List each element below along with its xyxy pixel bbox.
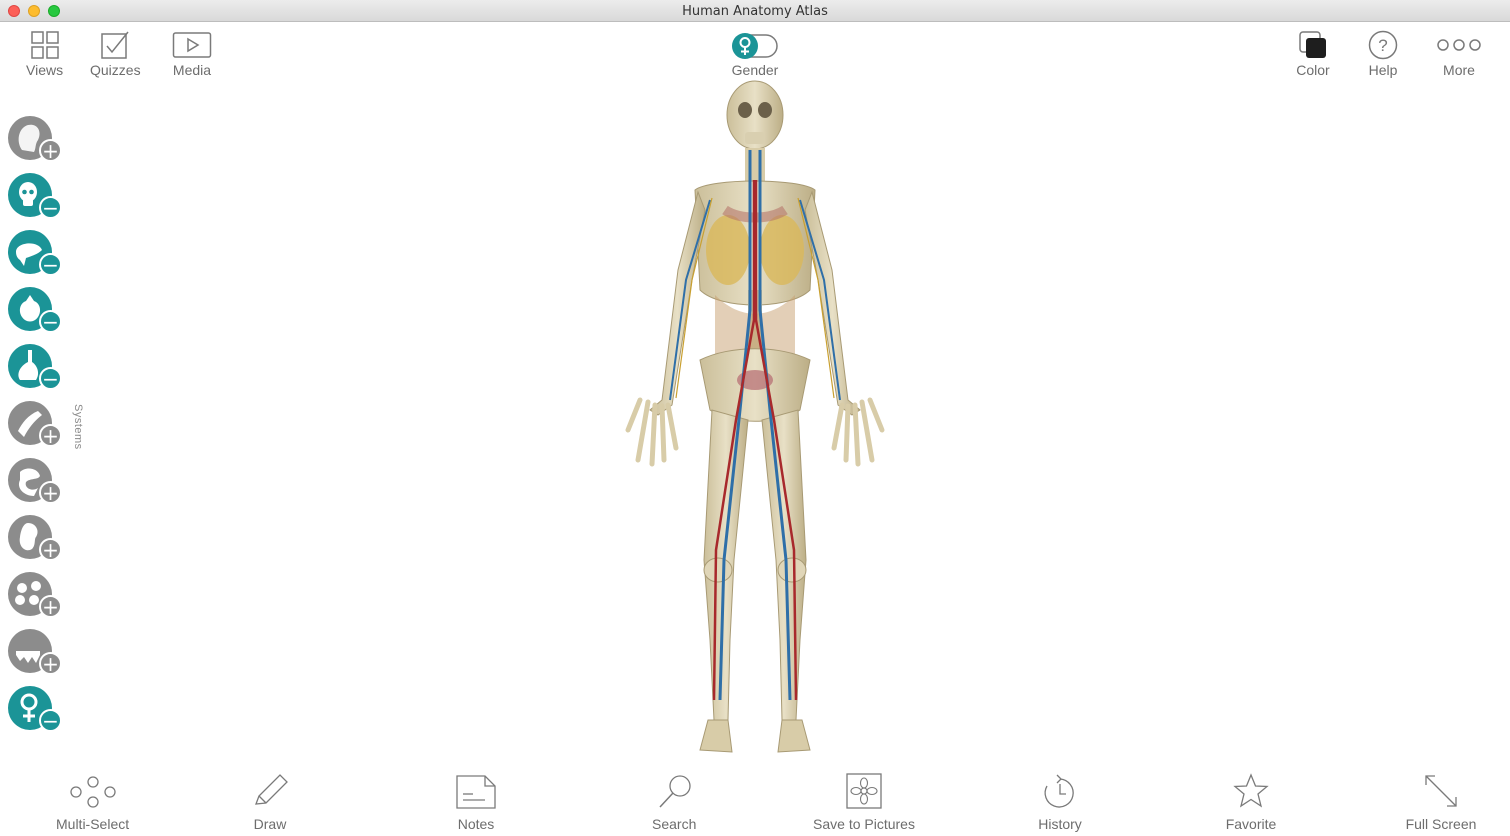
save-to-pictures-label: Save to Pictures xyxy=(813,816,915,832)
system-respiratory[interactable]: + xyxy=(6,572,64,622)
color-label: Color xyxy=(1296,62,1330,78)
media-label: Media xyxy=(172,62,212,78)
show-system-icon: + xyxy=(39,139,62,162)
hide-system-icon: − xyxy=(39,253,62,276)
quiz-checkbox-icon xyxy=(101,31,129,59)
multi-select-icon xyxy=(69,776,116,808)
color-swatch-icon xyxy=(1299,31,1326,58)
show-system-icon: + xyxy=(39,424,62,447)
gender-switch-icon xyxy=(732,33,778,59)
history-clock-icon xyxy=(1044,774,1074,808)
system-dental[interactable]: + xyxy=(6,629,64,679)
svg-text:?: ? xyxy=(1378,36,1387,55)
notes-icon xyxy=(456,775,496,809)
help-question-icon: ? xyxy=(1368,30,1398,60)
system-skeletal[interactable]: − xyxy=(6,173,64,223)
system-skin[interactable]: + xyxy=(6,116,64,166)
hide-system-icon: − xyxy=(39,367,62,390)
full-screen-label: Full Screen xyxy=(1405,816,1477,832)
draw-label: Draw xyxy=(253,816,287,832)
history-label: History xyxy=(1038,816,1082,832)
more-button[interactable]: More xyxy=(1436,30,1482,78)
draw-button[interactable]: Draw xyxy=(250,772,290,832)
star-icon xyxy=(1233,773,1269,808)
quizzes-button[interactable]: Quizzes xyxy=(90,30,141,78)
favorite-button[interactable]: Favorite xyxy=(1225,772,1277,832)
show-system-icon: + xyxy=(39,481,62,504)
show-system-icon: + xyxy=(39,652,62,675)
window-title: Human Anatomy Atlas xyxy=(682,4,828,19)
system-muscular[interactable]: + xyxy=(6,401,64,451)
system-lymphatic[interactable]: − xyxy=(6,344,64,394)
pencil-icon xyxy=(255,774,288,805)
show-system-icon: + xyxy=(39,595,62,618)
color-button[interactable]: Color xyxy=(1295,30,1331,78)
multi-select-label: Multi-Select xyxy=(56,816,130,832)
multi-select-button[interactable]: Multi-Select xyxy=(56,772,129,832)
views-icon xyxy=(30,31,59,59)
system-digestive[interactable]: + xyxy=(6,458,64,508)
system-urinary[interactable]: + xyxy=(6,515,64,565)
views-label: Views xyxy=(26,62,64,78)
notes-label: Notes xyxy=(457,816,495,832)
gender-toggle[interactable]: Gender xyxy=(730,30,780,78)
search-icon xyxy=(659,775,691,808)
media-play-icon xyxy=(172,32,212,58)
system-reproductive[interactable]: − xyxy=(6,686,64,736)
show-system-icon: + xyxy=(39,538,62,561)
full-screen-button[interactable]: Full Screen xyxy=(1404,772,1478,832)
search-label: Search xyxy=(652,816,697,832)
flower-photo-icon xyxy=(846,773,882,809)
hide-system-icon: − xyxy=(39,196,62,219)
anatomy-model-viewport[interactable] xyxy=(600,80,900,760)
systems-label: Systems xyxy=(72,404,84,450)
system-cardiovascular[interactable]: − xyxy=(6,287,64,337)
system-nervous[interactable]: − xyxy=(6,230,64,280)
hide-system-icon: − xyxy=(39,310,62,333)
help-button[interactable]: ? Help xyxy=(1367,30,1399,78)
favorite-label: Favorite xyxy=(1225,816,1277,832)
expand-arrows-icon xyxy=(1425,775,1457,807)
views-button[interactable]: Views xyxy=(26,30,63,78)
hide-system-icon: − xyxy=(39,709,62,732)
history-button[interactable]: History xyxy=(1037,772,1083,832)
notes-button[interactable]: Notes xyxy=(455,772,497,832)
title-bar: Human Anatomy Atlas xyxy=(0,0,1510,22)
more-label: More xyxy=(1443,62,1475,78)
quizzes-label: Quizzes xyxy=(90,62,141,78)
help-label: Help xyxy=(1368,62,1398,78)
search-button[interactable]: Search xyxy=(652,772,696,832)
media-button[interactable]: Media xyxy=(172,30,212,78)
more-dots-icon xyxy=(1437,39,1481,51)
save-to-pictures-button[interactable]: Save to Pictures xyxy=(812,772,916,832)
gender-label: Gender xyxy=(731,62,779,78)
